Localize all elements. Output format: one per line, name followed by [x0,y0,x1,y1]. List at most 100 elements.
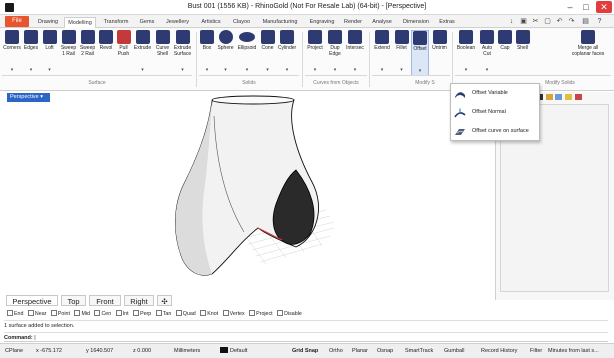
extrude-button[interactable]: Extrude ▾ [132,30,153,76]
tab-analyse[interactable]: Analyse [368,17,396,28]
chevron-down-icon[interactable]: ▾ [259,67,276,73]
offset-button[interactable]: Offset ▾ [411,30,429,76]
chevron-down-icon[interactable]: ▾ [276,67,298,73]
osnap-checkbox[interactable] [222,310,229,316]
tab-artistics[interactable]: Artistics [197,17,225,28]
chevron-down-icon[interactable]: ▾ [478,67,496,73]
osnap-checkbox[interactable] [7,310,13,316]
tab-modelling[interactable]: Modelling [64,17,96,28]
tab-engraving[interactable]: Engraving [306,17,338,28]
tab-clayoo[interactable]: Clayoo [229,17,254,28]
units-label[interactable]: Millimeters [174,347,200,356]
close-button[interactable]: ✕ [596,1,612,13]
osnap-toggle[interactable]: Osnap [377,347,393,356]
bust-model-render[interactable] [4,92,496,292]
osnap-checkbox[interactable] [50,310,57,316]
tab-drawing[interactable]: Drawing [35,17,61,28]
sweep1-button[interactable]: Sweep 1 Rail [59,30,78,76]
chevron-down-icon[interactable]: ▾ [41,67,58,73]
box-button[interactable]: Box ▾ [199,30,215,76]
sweep2-button[interactable]: Sweep 2 Rail [78,30,97,76]
save-icon[interactable]: ▤ [581,17,590,26]
chevron-down-icon[interactable]: ▾ [216,67,235,73]
chevron-down-icon[interactable]: ▾ [393,67,410,73]
chevron-down-icon[interactable]: ▾ [22,67,40,73]
menu-item-offset-normal[interactable]: Offset Normal [451,105,539,121]
extend-button[interactable]: Extend ▾ [372,30,392,76]
chevron-down-icon[interactable]: ▾ [40,94,43,100]
osnap-checkbox[interactable] [175,310,182,316]
loft-button[interactable]: Loft ▾ [41,30,58,76]
revolve-button[interactable]: Revol [97,30,115,76]
cylinder-button[interactable]: Cylinder ▾ [276,30,298,76]
menu-item-offset-curve-on-surface[interactable]: Offset curve on surface [451,124,539,140]
sphere-button[interactable]: Sphere ▾ [216,30,235,76]
cap-button[interactable]: Cap [497,30,513,76]
filter-toggle[interactable]: Filter [530,347,542,356]
chevron-down-icon[interactable]: ▾ [199,67,215,73]
layer-icon[interactable] [555,94,563,100]
osnap-checkbox[interactable] [115,310,122,316]
project-button[interactable]: Project ▾ [305,30,325,76]
tab-perspective[interactable]: Perspective [6,295,58,306]
tab-top[interactable]: Top [61,295,86,306]
tab-jewellery[interactable]: Jewellery [161,17,194,28]
dupedge-button[interactable]: Dup Edge ▾ [326,30,344,76]
help-icon[interactable]: ? [595,17,604,26]
tab-right[interactable]: Right [124,295,154,306]
chevron-down-icon[interactable]: ▾ [132,67,153,73]
copy-icon[interactable]: ▢ [543,17,552,26]
settings-icon[interactable] [574,94,582,100]
ortho-toggle[interactable]: Ortho [329,347,343,356]
cone-button[interactable]: Cone ▾ [259,30,276,76]
osnap-checkbox[interactable] [155,310,162,316]
chevron-down-icon[interactable]: ▾ [344,67,366,73]
material-icon[interactable] [545,94,553,100]
paste-icon[interactable]: ▣ [519,17,528,26]
perspective-viewport[interactable] [4,92,496,292]
osnap-checkbox[interactable] [94,310,101,316]
osnap-checkbox[interactable] [249,310,256,316]
smarttrack-toggle[interactable]: SmartTrack [405,347,433,356]
add-viewport-icon[interactable]: ✣ [157,295,172,306]
grid-snap-toggle[interactable]: Grid Snap [292,347,318,356]
pullpush-button[interactable]: Pull Push [115,30,132,76]
viewport-title[interactable]: Perspective ▾ [7,93,50,102]
extrudesurface-button[interactable]: Extrude Surface ▾ [172,30,193,76]
osnap-checkbox[interactable] [277,310,284,316]
boolean-button[interactable]: Boolean ▾ [455,30,477,76]
chevron-down-icon[interactable]: ▾ [172,67,193,73]
record-history-toggle[interactable]: Record History [481,347,517,356]
chevron-down-icon[interactable]: ▾ [2,67,22,73]
osnap-checkbox[interactable] [74,310,81,316]
chevron-down-icon[interactable]: ▾ [455,67,477,73]
untrim-button[interactable]: Untrim [430,30,449,76]
chevron-down-icon[interactable]: ▾ [372,67,392,73]
undo-icon[interactable]: ↶ [555,17,564,26]
maximize-button[interactable]: □ [578,1,594,13]
cplane-label[interactable]: CPlane [5,347,23,356]
file-tab[interactable]: File [5,16,29,27]
tab-gems[interactable]: Gems [136,17,158,28]
mergefaces-button[interactable]: Merge all coplanar faces [565,30,611,76]
tab-front[interactable]: Front [89,295,121,306]
chevron-down-icon[interactable]: ▾ [326,67,344,73]
curveshell-button[interactable]: Curve Shell [153,30,172,76]
tab-extras[interactable]: Extras [436,17,458,28]
redo-icon[interactable]: ↷ [567,17,576,26]
gumball-toggle[interactable]: Gumball [444,347,464,356]
ellipsoid-button[interactable]: Ellipsoid ▾ [236,30,258,76]
tab-transform[interactable]: Transform [100,17,132,28]
current-layer[interactable]: Default [220,347,247,356]
minimize-button[interactable]: – [562,1,578,13]
osnap-checkbox[interactable] [200,310,207,316]
cut-icon[interactable]: ✂ [531,17,540,26]
download-icon[interactable]: ↓ [507,17,516,26]
corners-button[interactable]: Corners ▾ [2,30,22,76]
shell-button[interactable]: Shell [514,30,531,76]
tab-render[interactable]: Render [341,17,365,28]
fillet-button[interactable]: Fillet ▾ [393,30,410,76]
chevron-down-icon[interactable]: ▾ [236,67,258,73]
light-icon[interactable] [565,94,573,100]
osnap-checkbox[interactable] [27,310,34,316]
